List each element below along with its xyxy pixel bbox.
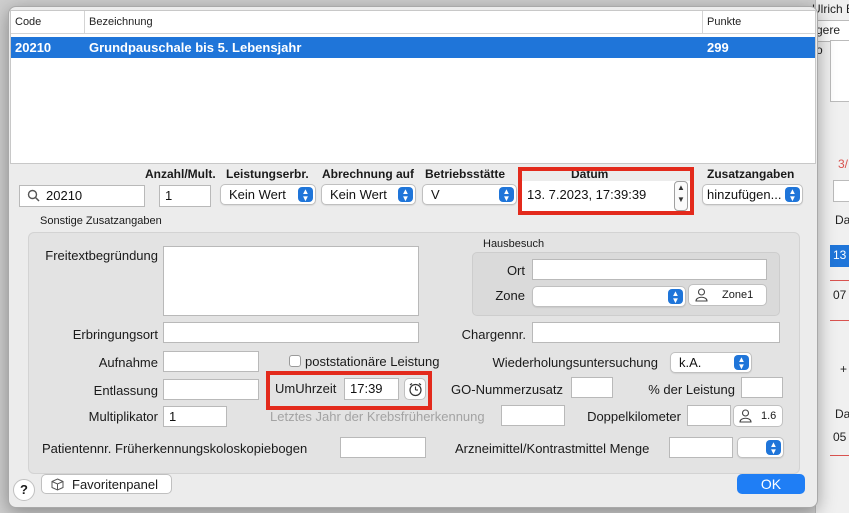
abrechnung-select[interactable]: Kein Wert ▲ ▼ — [321, 184, 416, 205]
wiederholung-label: Wiederholungsuntersuchung — [492, 355, 659, 370]
arzneimittel-input[interactable] — [669, 437, 733, 458]
background-text-fragment: 13 — [833, 248, 847, 262]
abrechnung-header: Abrechnung auf — [322, 167, 414, 181]
background-text-fragment: 05 — [833, 430, 847, 444]
background-text-fragment: gere — [816, 23, 841, 37]
prozent-label: % der Leistung — [648, 382, 735, 397]
entlassung-input[interactable] — [163, 379, 259, 400]
leistungserbr-value: Kein Wert — [229, 187, 286, 202]
person-icon — [739, 409, 752, 423]
zone-select[interactable]: ▲ ▼ — [532, 286, 686, 307]
poststationaer-label: poststationäre Leistung — [305, 354, 440, 369]
chevron-updown-icon: ▲ ▼ — [398, 187, 413, 203]
zone-button-label: Zone1 — [722, 289, 754, 301]
background-text-fragment: Da — [835, 407, 849, 421]
doppelkm-button-label: 1.6 — [761, 410, 777, 422]
multiplikator-input[interactable]: 1 — [163, 406, 227, 427]
sonstige-title: Sonstige Zusatzangaben — [40, 215, 162, 227]
doppelkm-input[interactable] — [687, 405, 731, 426]
leistungserbr-header: Leistungserbr. — [226, 167, 309, 181]
background-divider — [830, 320, 849, 321]
patientennr-input[interactable] — [340, 437, 426, 458]
aufnahme-label: Aufnahme — [98, 355, 158, 370]
cell-bezeichnung: Grundpauschale bis 5. Lebensjahr — [89, 40, 302, 55]
wiederholung-select[interactable]: k.A. ▲ ▼ — [670, 352, 752, 373]
background-text-fragment: + — [840, 362, 848, 376]
favoritenpanel-label: Favoritenpanel — [72, 477, 158, 492]
go-nummer-input[interactable] — [571, 377, 613, 398]
freitext-label: Freitextbegründung — [45, 248, 158, 263]
anzahl-header: Anzahl/Mult. — [145, 167, 216, 181]
zusatzangaben-select[interactable]: hinzufügen... ▲ ▼ — [702, 184, 803, 205]
hausbesuch-title: Hausbesuch — [483, 238, 545, 250]
betriebsstaette-select[interactable]: V ▲ ▼ — [422, 184, 517, 205]
person-icon — [695, 288, 708, 302]
favoritenpanel-button[interactable]: Favoritenpanel — [41, 474, 172, 494]
chargennr-label: Chargennr. — [461, 327, 526, 342]
abrechnung-value: Kein Wert — [330, 187, 387, 202]
poststationaer-checkbox[interactable] — [289, 355, 301, 367]
anzahl-input[interactable]: 1 — [159, 185, 211, 207]
table-header: Code Bezeichnung Punkte — [11, 11, 815, 34]
help-button[interactable]: ? — [13, 479, 35, 501]
chevron-updown-icon: ▲ ▼ — [785, 187, 800, 203]
chevron-updown-icon: ▲ ▼ — [298, 187, 313, 203]
patientennr-label: Patientennr. Früherkennungskoloskopiebog… — [42, 441, 308, 456]
search-icon — [27, 189, 40, 202]
prozent-input[interactable] — [741, 377, 783, 398]
ok-button[interactable]: OK — [737, 474, 805, 494]
background-divider — [830, 455, 849, 456]
betriebsstaette-value: V — [431, 187, 440, 202]
background-divider — [830, 280, 849, 281]
chevron-updown-icon: ▲ ▼ — [766, 440, 781, 456]
column-header-code[interactable]: Code — [11, 11, 85, 33]
background-text-fragment: 07 — [833, 288, 847, 302]
doppelkm-label: Doppelkilometer — [587, 409, 681, 424]
krebs-label: Letztes Jahr der Krebsfrüherkennung — [270, 409, 485, 424]
chevron-updown-icon: ▲ ▼ — [499, 187, 514, 203]
chevron-updown-icon: ▲ ▼ — [734, 355, 749, 371]
zusatzangaben-value: hinzufügen... — [707, 187, 782, 202]
background-field — [833, 180, 849, 202]
zone-label: Zone — [495, 288, 525, 303]
arzneimittel-unit-select[interactable]: ▲ ▼ — [737, 437, 784, 458]
chargennr-input[interactable] — [532, 322, 780, 343]
table-row[interactable]: 20210 Grundpauschale bis 5. Lebensjahr 2… — [11, 37, 815, 58]
entlassung-label: Entlassung — [93, 383, 158, 398]
ort-label: Ort — [506, 263, 525, 278]
betriebsstaette-header: Betriebsstätte — [425, 167, 506, 181]
background-text-fragment: 3/ — [838, 157, 849, 171]
leistungserbr-select[interactable]: Kein Wert ▲ ▼ — [220, 184, 316, 205]
cell-punkte: 299 — [707, 40, 729, 55]
arzneimittel-label: Arzneimittel/Kontrastmittel Menge — [455, 441, 650, 456]
code-search-value: 20210 — [46, 188, 83, 203]
zusatzangaben-header: Zusatzangaben — [707, 167, 795, 181]
krebs-input[interactable] — [501, 405, 565, 426]
go-nummer-label: GO-Nummerzusatz — [451, 382, 563, 397]
highlight-box-datum — [518, 167, 694, 215]
highlight-box-umuhrzeit — [266, 371, 432, 410]
erbringungsort-input[interactable] — [163, 322, 419, 343]
ort-input[interactable] — [532, 259, 767, 280]
background-text-fragment: Da — [835, 213, 849, 227]
zone-button[interactable]: Zone1 — [688, 284, 767, 306]
wiederholung-value: k.A. — [679, 355, 702, 370]
column-header-punkte[interactable]: Punkte — [703, 11, 815, 33]
freitext-textarea[interactable] — [163, 246, 419, 316]
cube-icon — [51, 478, 64, 491]
aufnahme-input[interactable] — [163, 351, 259, 372]
background-box — [830, 40, 849, 102]
doppelkm-button[interactable]: 1.6 — [733, 405, 783, 427]
erbringungsort-label: Erbringungsort — [72, 327, 158, 342]
leistung-table: Code Bezeichnung Punkte 20210 Grundpausc… — [10, 10, 816, 164]
chevron-updown-icon: ▲ ▼ — [668, 289, 683, 305]
column-header-bezeichnung[interactable]: Bezeichnung — [85, 11, 703, 33]
multiplikator-label: Multiplikator — [88, 409, 158, 424]
cell-code: 20210 — [15, 40, 52, 55]
